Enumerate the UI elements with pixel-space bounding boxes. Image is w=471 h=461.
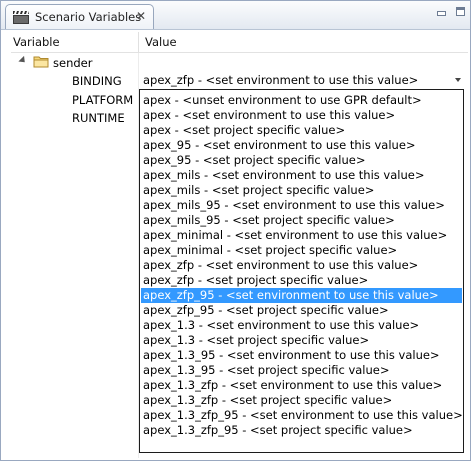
dropdown-option[interactable]: apex_zfp_95 - <set environment to use th…: [141, 288, 462, 303]
value-dropdown-list[interactable]: apex - <unset environment to use GPR def…: [139, 89, 464, 453]
column-header-variable[interactable]: Variable: [13, 35, 60, 49]
dropdown-option[interactable]: apex_1.3 - <set project specific value>: [141, 333, 462, 348]
dropdown-option[interactable]: apex - <set project specific value>: [141, 123, 462, 138]
chevron-down-icon[interactable]: [455, 78, 461, 82]
variable-name: RUNTIME: [72, 111, 125, 125]
tree-group-sender[interactable]: sender: [11, 54, 468, 72]
dropdown-option[interactable]: apex_1.3_zfp - <set environment to use t…: [141, 378, 462, 393]
tab-scenario-variables[interactable]: Scenario Variables ✕: [5, 4, 154, 29]
variable-name: PLATFORM: [72, 93, 134, 107]
dropdown-option[interactable]: apex_95 - <set project specific value>: [141, 153, 462, 168]
view-titlebar: Scenario Variables ✕: [1, 1, 470, 30]
dropdown-option[interactable]: apex_1.3_zfp_95 - <set project specific …: [141, 423, 462, 438]
dropdown-option[interactable]: apex_zfp - <set project specific value>: [141, 273, 462, 288]
dropdown-option[interactable]: apex_95 - <set environment to use this v…: [141, 138, 462, 153]
folder-icon: [33, 56, 49, 68]
dropdown-option[interactable]: apex_1.3_zfp_95 - <set environment to us…: [141, 408, 463, 423]
column-divider[interactable]: [138, 32, 139, 52]
dropdown-option[interactable]: apex - <set environment to use this valu…: [141, 108, 462, 123]
variable-name: BINDING: [72, 74, 122, 88]
minimize-button[interactable]: [437, 11, 446, 16]
clapperboard-icon: [13, 11, 29, 24]
dropdown-option[interactable]: apex_mils - <set project specific value>: [141, 183, 462, 198]
group-label: sender: [53, 56, 93, 70]
tab-title: Scenario Variables: [35, 10, 142, 24]
dropdown-option[interactable]: apex_1.3_95 - <set environment to use th…: [141, 348, 462, 363]
dropdown-option[interactable]: apex_1.3_95 - <set project specific valu…: [141, 363, 462, 378]
dropdown-option[interactable]: apex_minimal - <set environment to use t…: [141, 228, 462, 243]
dropdown-option[interactable]: apex_minimal - <set project specific val…: [141, 243, 462, 258]
dropdown-option[interactable]: apex_zfp - <set environment to use this …: [141, 258, 462, 273]
maximize-button[interactable]: [456, 7, 465, 16]
dropdown-option[interactable]: apex_1.3 - <set environment to use this …: [141, 318, 462, 333]
dropdown-option[interactable]: apex_mils_95 - <set project specific val…: [141, 213, 462, 228]
dropdown-option[interactable]: apex_mils - <set environment to use this…: [141, 168, 462, 183]
binding-value-combo[interactable]: apex_zfp - <set environment to use this …: [139, 71, 467, 88]
dropdown-option[interactable]: apex_1.3_zfp - <set project specific val…: [141, 393, 462, 408]
expand-arrow-icon[interactable]: [18, 55, 28, 66]
dropdown-option[interactable]: apex_mils_95 - <set environment to use t…: [141, 198, 462, 213]
column-header-value[interactable]: Value: [145, 35, 177, 49]
combo-selected-value: apex_zfp - <set environment to use this …: [143, 73, 419, 87]
close-icon[interactable]: ✕: [136, 9, 146, 23]
dropdown-option[interactable]: apex_zfp_95 - <set project specific valu…: [141, 303, 462, 318]
dropdown-option[interactable]: apex - <unset environment to use GPR def…: [141, 93, 462, 108]
scenario-variables-view: Scenario Variables ✕ Variable Value send…: [0, 0, 471, 461]
table-header: Variable Value: [11, 32, 468, 53]
